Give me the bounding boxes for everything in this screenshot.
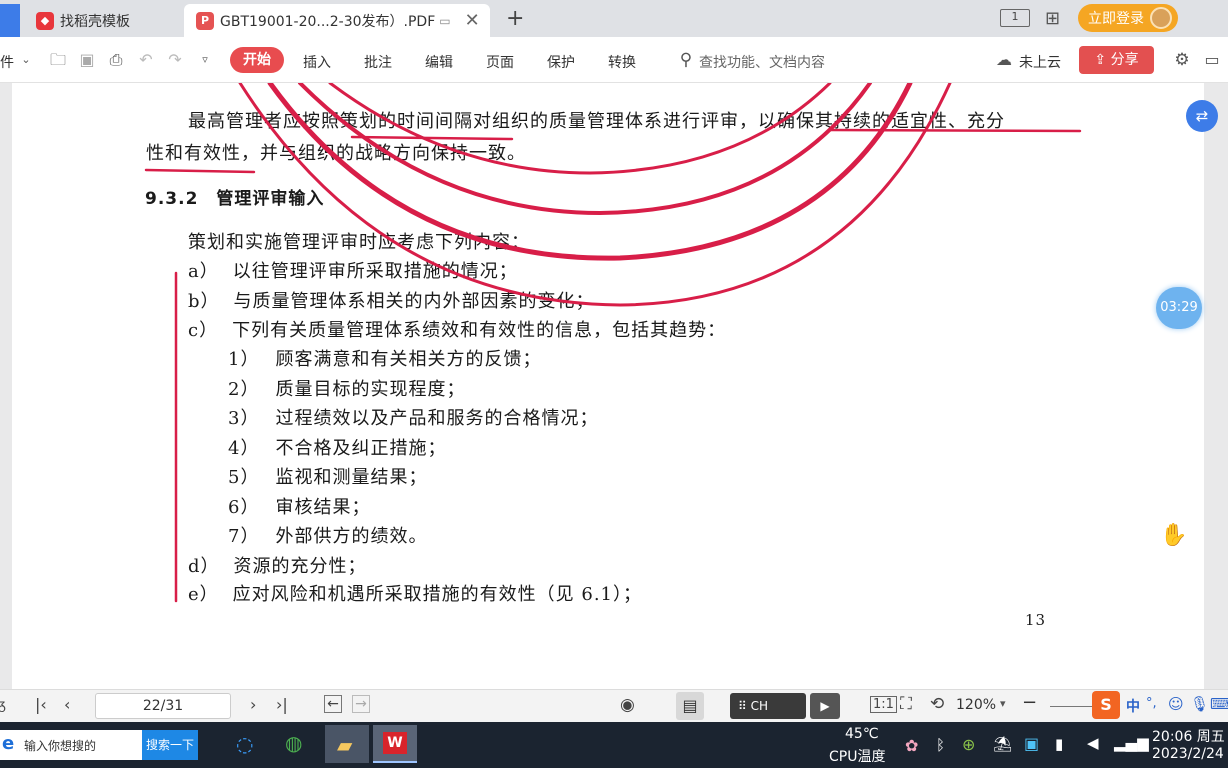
page-input[interactable]: 22/31 (95, 693, 231, 719)
volume-icon[interactable]: ◀ (1087, 734, 1099, 752)
ink-circle-stroke (328, 83, 832, 175)
app-icon-file-explorer[interactable]: ▰ (325, 725, 369, 763)
signal-icon[interactable]: ▂▄▆ (1114, 734, 1149, 752)
ime-indicator[interactable]: ⠿ CH (730, 693, 806, 719)
open-folder-icon[interactable]: 🗀 (48, 50, 68, 70)
share-button[interactable]: ⇪ 分享 (1079, 46, 1154, 74)
cpu-temp-label: CPU温度 (829, 749, 886, 765)
save-icon[interactable]: ▣ (77, 50, 97, 70)
actual-size-icon[interactable]: 1:1 (870, 696, 897, 713)
tab-templates[interactable]: ◆ 找稻壳模板 (22, 4, 182, 37)
login-button[interactable]: 立即登录 (1078, 4, 1178, 32)
network-share-icon[interactable]: ⛱ (993, 735, 1012, 753)
sogou-ime-icon[interactable]: S (1092, 691, 1120, 719)
ink-underline (350, 135, 514, 141)
document-viewport[interactable]: 最高管理者应按照策划的时间间隔对组织的质量管理体系进行评审，以确保其持续的适宜性… (0, 83, 1228, 689)
hand-cursor-icon: ✋ (1160, 523, 1188, 548)
chevron-down-icon[interactable]: ⌄ (16, 50, 36, 70)
close-tab-icon[interactable]: ✕ (465, 10, 480, 31)
ink-annotations[interactable] (0, 83, 1228, 689)
tab-protect[interactable]: 保护 (547, 52, 575, 72)
screen-icon[interactable]: ▭ (439, 14, 450, 28)
quick-access-icon[interactable]: ▿ (195, 50, 215, 70)
tab-page[interactable]: 页面 (486, 52, 514, 72)
play-icon[interactable]: ▶ (810, 693, 840, 719)
clock-date[interactable]: 2023/2/24 (1152, 746, 1224, 762)
app-icon-browser[interactable]: ◌ (236, 732, 253, 756)
clock-time[interactable]: 20:06 周五 (1152, 726, 1225, 746)
timer-badge[interactable]: 03:29 (1156, 287, 1202, 329)
tab-label: GBT19001-20...2-30发布）.PDF (220, 13, 436, 30)
prev-page-icon[interactable]: ‹ (64, 695, 70, 714)
forward-icon[interactable]: → (352, 695, 370, 713)
avatar (1150, 7, 1172, 29)
last-page-icon[interactable]: ›| (276, 695, 288, 714)
window-count-icon[interactable]: 1 (1000, 9, 1030, 27)
rotate-icon[interactable]: ⟲ (930, 694, 944, 714)
keyboard-grid-icon: ⠿ (738, 699, 751, 713)
windows-taskbar: e 输入你想搜的 搜索一下 ◌ ◍ ▰ W 45℃ CPU温度 ✿ ᛒ ⊕ ⛱ … (0, 722, 1228, 768)
back-icon[interactable]: ← (324, 695, 342, 713)
cpu-temp: 45℃ (845, 726, 879, 742)
taskbar-search-button[interactable]: 搜索一下 (142, 730, 198, 760)
tab-annotate[interactable]: 批注 (364, 52, 392, 72)
pdf-convert-float-icon[interactable]: ⇄ (1186, 100, 1218, 132)
home-tab[interactable] (0, 4, 20, 37)
app-icon-wps[interactable]: W (373, 725, 417, 763)
ime-mode[interactable]: 中 (1126, 696, 1140, 716)
redo-icon[interactable]: ↷ (165, 50, 185, 70)
share-icon: ⇪ (1094, 52, 1111, 68)
toolbar: 件 ⌄ 🗀 ▣ ⎙ ↶ ↷ ▿ 开始 插入 批注 编辑 页面 保护 转换 ⚲ 查… (0, 37, 1228, 83)
next-page-icon[interactable]: › (250, 695, 256, 714)
zoom-out-icon[interactable]: − (1022, 692, 1037, 713)
ie-logo-icon: e (2, 733, 15, 754)
undo-icon[interactable]: ↶ (136, 50, 156, 70)
sidebar-toggle-icon[interactable]: ᵹ (0, 696, 6, 713)
docer-logo-icon: ◆ (36, 11, 54, 30)
battery-icon[interactable]: ▮ (1055, 735, 1063, 753)
bluetooth-icon[interactable]: ᛒ (936, 736, 945, 754)
search-input[interactable]: 查找功能、文档内容 (699, 52, 825, 72)
taskbar-search-input[interactable]: e 输入你想搜的 (0, 730, 142, 760)
plus-circle-icon[interactable]: ⊕ (962, 735, 975, 754)
tab-convert[interactable]: 转换 (608, 52, 636, 72)
eye-protection-icon[interactable]: ◉ (620, 695, 635, 715)
cloud-icon: ☁ (996, 50, 1012, 69)
search-icon: ⚲ (679, 50, 693, 70)
zoom-slider[interactable] (1050, 706, 1094, 707)
tab-edit[interactable]: 编辑 (425, 52, 453, 72)
first-page-icon[interactable]: |‹ (35, 695, 47, 714)
single-page-view-icon[interactable]: ▤ (676, 692, 704, 720)
punctuation-mode[interactable]: °, (1146, 696, 1157, 711)
fit-page-icon[interactable]: ⛶ (900, 694, 912, 714)
new-tab-icon[interactable]: + (506, 6, 524, 31)
ink-underline (828, 128, 1082, 133)
ink-underline (144, 168, 256, 174)
flower-icon[interactable]: ✿ (905, 736, 918, 755)
tab-start[interactable]: 开始 (230, 47, 284, 73)
app-icon-360[interactable]: ◍ (285, 731, 302, 755)
tab-bar: ◆ 找稻壳模板 P GBT19001-20...2-30发布）.PDF ▭ ✕ … (0, 0, 1228, 37)
cloud-status[interactable]: 未上云 (1019, 52, 1061, 72)
status-bar: ᵹ |‹ ‹ 22/31 › ›| ← → ◉ ▤ ⠿ CH ▶ 1:1 ⛶ ⟲… (0, 689, 1228, 722)
pdf-file-icon: P (196, 11, 214, 30)
microphone-icon[interactable]: 🎙 (1190, 695, 1209, 713)
collapse-icon[interactable]: ▭ (1202, 50, 1222, 70)
tab-label: 找稻壳模板 (60, 13, 130, 30)
gear-icon[interactable]: ⚙ (1172, 50, 1192, 70)
tab-insert[interactable]: 插入 (303, 52, 331, 72)
zoom-level[interactable]: 120% (956, 697, 996, 713)
display-icon[interactable]: ▣ (1024, 734, 1039, 753)
print-icon[interactable]: ⎙ (106, 50, 126, 70)
file-menu-fragment[interactable]: 件 (0, 52, 14, 72)
zoom-dropdown-icon[interactable]: ▾ (1000, 697, 1006, 710)
tab-pdf-document[interactable]: P GBT19001-20...2-30发布）.PDF ▭ ✕ (184, 4, 490, 37)
grid-apps-icon[interactable]: ⊞ (1045, 8, 1060, 29)
emoji-icon[interactable]: ☺ (1168, 695, 1184, 713)
keyboard-icon[interactable]: ⌨ (1210, 695, 1228, 713)
